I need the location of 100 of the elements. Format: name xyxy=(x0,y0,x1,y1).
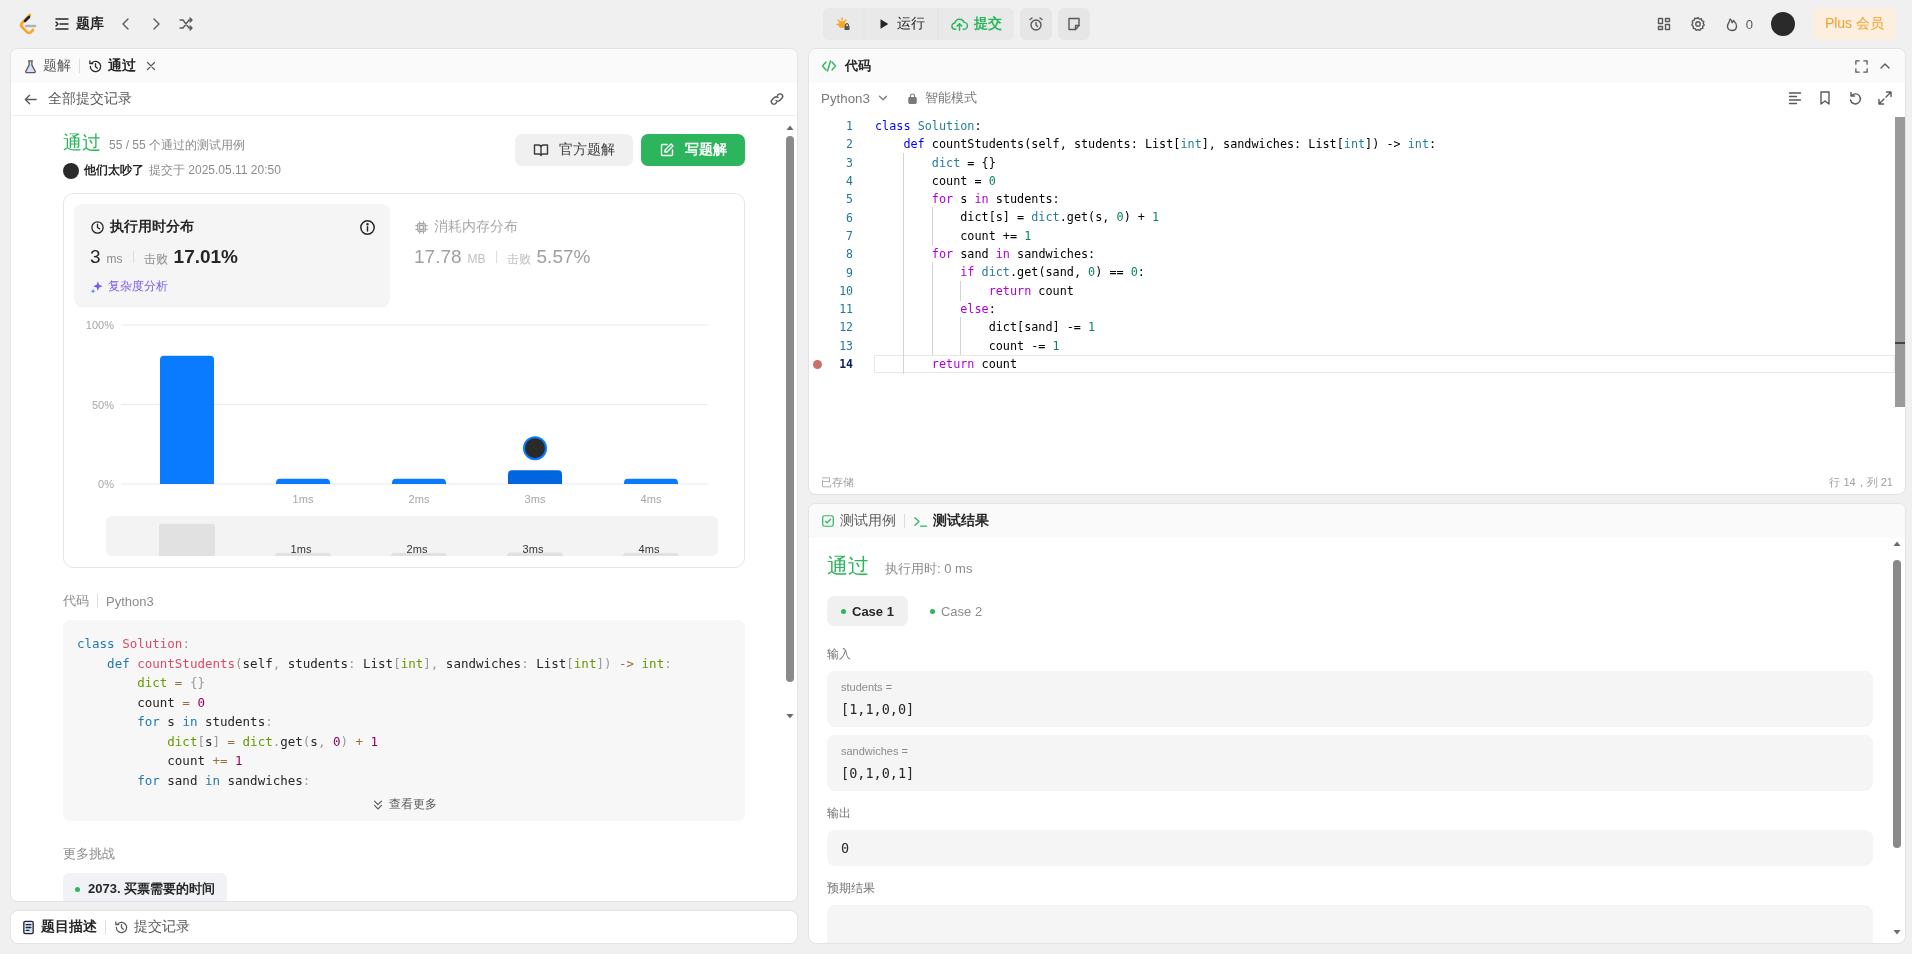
settings-icon[interactable] xyxy=(1689,16,1706,32)
code-line: class Solution: xyxy=(874,118,983,135)
sparkle-icon xyxy=(90,279,104,294)
param-value: [0,1,0,1] xyxy=(841,765,916,781)
axis-label: 50% xyxy=(91,398,114,411)
panel-tab[interactable]: 测试结果 xyxy=(913,504,989,538)
stat-unit: MB xyxy=(467,252,486,266)
code-line: dict = {} xyxy=(874,153,1895,172)
line-number: 4 xyxy=(846,174,853,189)
line-number: 9 xyxy=(846,265,853,280)
code-label: 代码 xyxy=(63,592,89,610)
shuffle-icon[interactable] xyxy=(178,16,194,32)
code-line: return count xyxy=(874,281,1895,300)
code-line: for sand in sandwiches: xyxy=(874,245,1895,264)
stat-value: 17.78 xyxy=(414,246,462,268)
problem-list-button[interactable]: 题库 xyxy=(54,15,104,33)
result-status: 通过 xyxy=(827,553,869,579)
code-line: for sand in sandwiches: xyxy=(136,771,311,790)
list-icon xyxy=(54,16,70,32)
stat-panel[interactable]: 执行用时分布 3 ms 击败 17.01% 复杂度分析 xyxy=(74,204,390,307)
panel-tab[interactable]: 通过 xyxy=(88,49,136,83)
beats-percent: 5.57% xyxy=(536,246,591,268)
line-number: 6 xyxy=(846,210,853,225)
line-number: 14 xyxy=(839,357,853,371)
code-line: dict[s] = dict.get(s, 0) + 1 xyxy=(874,208,1895,227)
user-avatar xyxy=(523,436,547,461)
save-status: 已存储 xyxy=(821,474,854,490)
chip-icon xyxy=(414,219,429,235)
code-line: count -= 1 xyxy=(874,336,1895,355)
case-tab[interactable]: Case 2 xyxy=(915,596,997,626)
alarm-button[interactable] xyxy=(1019,8,1052,40)
cloud-upload-icon xyxy=(950,15,968,33)
chart-bar xyxy=(276,478,330,484)
complexity-analysis-link[interactable]: 复杂度分析 xyxy=(90,278,376,295)
close-icon[interactable] xyxy=(144,59,158,73)
expand-icon[interactable] xyxy=(1877,90,1893,106)
undo-icon[interactable] xyxy=(1847,90,1863,106)
case-tab[interactable]: Case 1 xyxy=(827,596,908,626)
note-icon xyxy=(1065,16,1082,32)
format-icon[interactable] xyxy=(1787,90,1803,106)
chart-bar xyxy=(624,478,678,484)
param-name: students = xyxy=(841,681,894,693)
challenge-chip[interactable]: 2073. 买票需要的时间 xyxy=(63,873,228,901)
scrollbar[interactable] xyxy=(1895,117,1905,407)
breakpoint-icon[interactable] xyxy=(813,359,822,369)
overview-label: 1ms xyxy=(290,543,312,555)
stat-title: 执行用时分布 xyxy=(110,218,194,236)
overview-label: 4ms xyxy=(638,543,660,555)
note-button[interactable] xyxy=(1057,8,1090,40)
bookmark-icon[interactable] xyxy=(1817,90,1833,106)
code-line: count = 0 xyxy=(874,171,1895,191)
section-label: 预期结果 xyxy=(827,880,876,897)
edit-icon xyxy=(659,142,675,158)
code-line: class Solution: xyxy=(77,635,190,653)
streak-counter[interactable]: 0 xyxy=(1723,16,1753,32)
line-number: 11 xyxy=(839,302,853,317)
official-solution-button[interactable]: 官方题解 xyxy=(515,134,633,166)
panel-tab[interactable]: 题目描述 xyxy=(21,911,97,943)
flask-icon xyxy=(23,58,38,74)
stat-title: 消耗内存分布 xyxy=(434,218,518,236)
overview-label: 3ms xyxy=(522,543,544,555)
axis-label: 0% xyxy=(98,478,114,490)
code-icon xyxy=(821,58,837,74)
language-label: Python3 xyxy=(106,593,154,609)
line-number: 1 xyxy=(846,119,853,134)
code-line: dict[sand] -= 1 xyxy=(874,318,1895,337)
user-avatar xyxy=(63,162,79,179)
code-line: for s in students: xyxy=(874,190,1895,209)
stat-value: 3 xyxy=(90,246,101,268)
panel-tab[interactable]: 测试用例 xyxy=(821,504,896,538)
user-name[interactable]: 他们太吵了 xyxy=(84,162,144,179)
section-title: 更多挑战 xyxy=(63,845,116,863)
clock-icon xyxy=(90,219,105,235)
axis-label: 3ms xyxy=(524,493,546,505)
link-icon[interactable] xyxy=(769,91,785,107)
chart-bar xyxy=(392,478,446,484)
code-line: count += 1 xyxy=(874,226,1895,246)
overview-label: 2ms xyxy=(406,543,428,555)
line-number: 3 xyxy=(846,155,853,170)
line-number: 2 xyxy=(846,137,853,152)
line-number: 12 xyxy=(839,320,853,335)
line-number: 7 xyxy=(846,228,853,243)
history-icon xyxy=(114,919,129,935)
back-link[interactable]: 全部提交记录 xyxy=(23,90,132,108)
beats-percent: 17.01% xyxy=(173,246,239,268)
panel-tab[interactable]: 提交记录 xyxy=(114,911,190,943)
language-selector[interactable]: Python3 xyxy=(821,90,890,106)
bug-icon xyxy=(834,16,851,32)
panel-tab[interactable]: 题解 xyxy=(23,49,71,83)
info-icon xyxy=(359,218,376,236)
mode-selector[interactable]: 智能模式 xyxy=(905,89,977,107)
show-more-button[interactable]: 查看更多 xyxy=(371,796,437,813)
checkbox-icon xyxy=(821,514,835,528)
line-number: 5 xyxy=(846,192,853,207)
code-line: else: xyxy=(874,299,1895,319)
param-name: sandwiches = xyxy=(841,745,909,757)
fullscreen-icon[interactable] xyxy=(1854,58,1869,74)
layout-grid-icon[interactable] xyxy=(1655,16,1672,32)
user-avatar[interactable] xyxy=(1770,12,1795,36)
output-value: 0 xyxy=(841,840,851,856)
